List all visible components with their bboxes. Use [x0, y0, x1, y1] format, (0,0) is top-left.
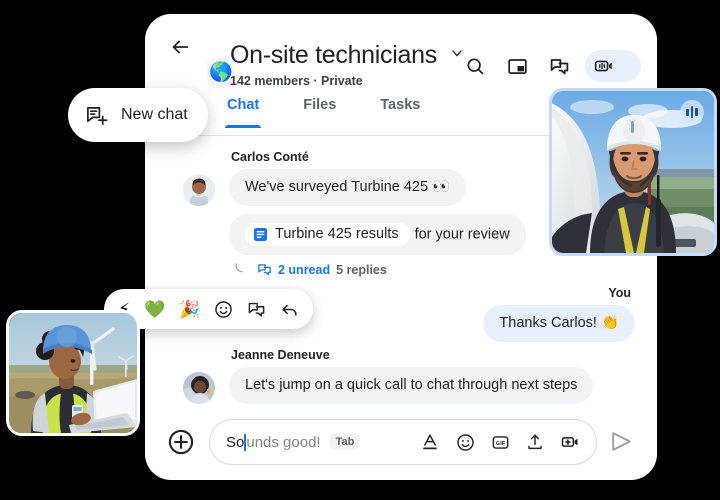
space-title-row[interactable]: On-site technicians	[230, 41, 465, 70]
space-subtitle: 142 members · Private	[230, 74, 363, 88]
svg-text:GIF: GIF	[495, 440, 505, 446]
audio-waveform-icon	[680, 100, 704, 124]
reply-arrow-icon[interactable]	[280, 300, 299, 319]
message-input[interactable]: So unds good! Tab GIF	[209, 419, 597, 465]
add-emoji-icon[interactable]	[214, 300, 233, 319]
party-popper-reaction-icon[interactable]: 🎉	[179, 301, 200, 318]
technician-video-tile[interactable]	[549, 88, 717, 256]
message-group-carlos: Carlos Conté We've surveyed Turbine 425 …	[183, 150, 467, 206]
message-sender: Carlos Conté	[231, 150, 309, 164]
message-bubble-doc[interactable]: Turbine 425 results for your review	[229, 214, 526, 255]
message-group-you: You Thanks Carlos! 👏	[483, 286, 635, 342]
new-chat-label: New chat	[121, 106, 188, 123]
avatar[interactable]	[183, 174, 215, 206]
picture-in-picture-icon[interactable]	[501, 50, 533, 82]
message-group-jeanne: Jeanne Deneuve Let's jump on a quick cal…	[183, 348, 594, 404]
message-composer: So unds good! Tab GIF	[145, 404, 657, 480]
header-actions	[459, 50, 641, 82]
message-group-doc: Turbine 425 results for your review 2 un	[229, 214, 526, 277]
add-video-icon[interactable]	[560, 432, 580, 452]
reply-in-thread-icon[interactable]	[247, 300, 266, 319]
field-engineer-video-tile[interactable]	[6, 310, 140, 436]
google-docs-icon	[253, 227, 268, 242]
page-title: On-site technicians	[230, 41, 437, 69]
doc-chip[interactable]: Turbine 425 results	[245, 223, 410, 246]
tab-chat[interactable]: Chat	[224, 94, 262, 128]
open-in-thread-icon[interactable]	[543, 50, 575, 82]
message-bubble[interactable]: We've surveyed Turbine 425 👀	[229, 169, 467, 206]
tab-tasks[interactable]: Tasks	[380, 94, 420, 128]
new-chat-icon	[85, 104, 108, 127]
search-icon[interactable]	[459, 50, 491, 82]
space-header: 🌎 On-site technicians 142 members · Priv…	[145, 14, 657, 88]
tab-hint-chip: Tab	[329, 434, 361, 450]
message-bubble-outgoing[interactable]: Thanks Carlos! 👏	[483, 305, 635, 342]
tab-files[interactable]: Files	[303, 94, 336, 128]
new-chat-button[interactable]: New chat	[68, 88, 208, 142]
avatar[interactable]	[183, 372, 215, 404]
format-text-icon[interactable]	[420, 432, 440, 452]
send-icon[interactable]	[609, 429, 635, 455]
back-button[interactable]	[165, 32, 195, 62]
green-heart-reaction-icon[interactable]: 💚	[144, 301, 165, 318]
gif-icon[interactable]: GIF	[490, 432, 510, 452]
message-bubble[interactable]: Let's jump on a quick call to chat throu…	[229, 367, 594, 404]
emoji-icon[interactable]	[455, 432, 475, 452]
plus-circle-icon[interactable]	[167, 428, 195, 456]
field-engineer-video-scene	[9, 313, 137, 433]
doc-chip-label: Turbine 425 results	[275, 226, 399, 242]
screenshot-stage: 🌎 On-site technicians 142 members · Priv…	[0, 0, 720, 500]
composer-typed-text: So	[226, 433, 245, 451]
thread-icon	[257, 262, 272, 277]
thread-summary[interactable]: 2 unread 5 replies	[235, 262, 526, 277]
message-sender: You	[608, 286, 631, 300]
doc-trailing-text: for your review	[414, 226, 510, 243]
video-call-icon[interactable]	[585, 50, 641, 82]
thread-unread-count: 2 unread	[278, 262, 331, 277]
composer-icons: GIF	[420, 432, 580, 452]
message-sender: Jeanne Deneuve	[231, 348, 330, 362]
upload-icon[interactable]	[525, 432, 545, 452]
composer-suggestion-text: unds good!	[246, 433, 321, 451]
thread-reply-count: 5 replies	[336, 262, 387, 277]
